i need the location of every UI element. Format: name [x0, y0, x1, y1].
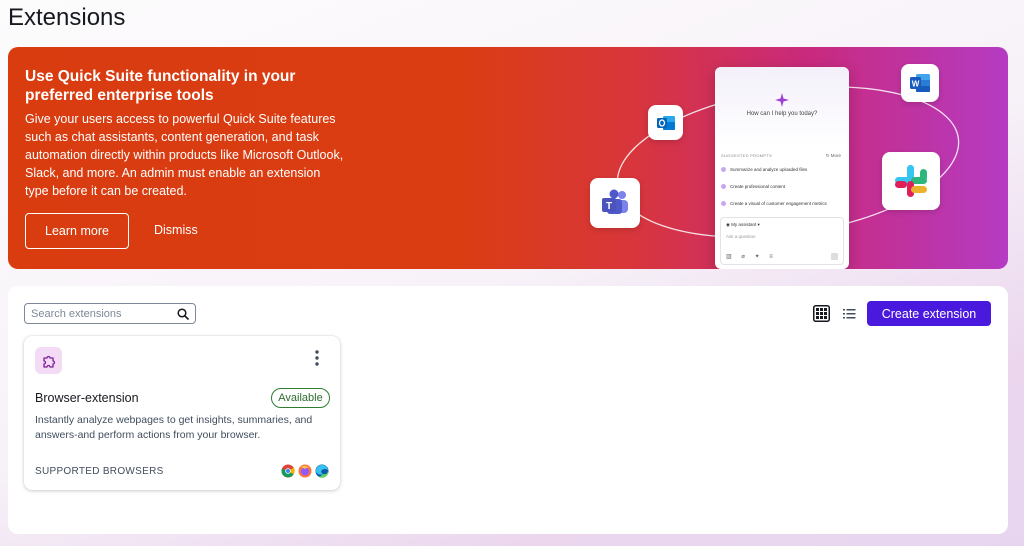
ask-placeholder: Ask a question: [726, 234, 756, 239]
send-icon: [831, 253, 838, 260]
card-description: Instantly analyze webpages to get insigh…: [35, 414, 313, 441]
puzzle-icon: [35, 347, 62, 374]
assistant-label: ◉ My assistant ▾: [726, 222, 760, 227]
status-badge: Available: [271, 388, 330, 408]
banner-title: Use Quick Suite functionality in your pr…: [25, 68, 296, 104]
chrome-icon: [281, 464, 295, 478]
word-icon: W: [901, 64, 939, 102]
search-input[interactable]: [31, 307, 177, 320]
browser-icons: [281, 464, 329, 478]
search-icon: [177, 307, 189, 320]
prompt-item: Create a visual of customer engagement m…: [721, 201, 827, 206]
firefox-icon: [298, 464, 312, 478]
page-title: Extensions: [8, 4, 126, 31]
assistant-question: How can I help you today?: [746, 111, 818, 117]
promo-banner: Use Quick Suite functionality in your pr…: [8, 47, 1008, 269]
search-box[interactable]: [24, 303, 196, 324]
more-link: ↻ More: [825, 153, 841, 158]
list-view-toggle[interactable]: [840, 304, 859, 323]
suggested-prompts-label: SUGGESTED PROMPTS: [721, 153, 773, 158]
extension-card[interactable]: Browser-extension Available Instantly an…: [24, 336, 340, 490]
more-options-icon[interactable]: [309, 348, 325, 368]
card-title: Browser-extension: [35, 391, 139, 405]
supported-browsers-label: SUPPORTED BROWSERS: [35, 466, 164, 477]
sparkle-icon: [775, 93, 789, 107]
prompt-item: Create professional content: [721, 184, 785, 189]
slack-icon: [882, 152, 940, 210]
prompt-item: Summarize and analyze uploaded files: [721, 167, 807, 172]
extensions-panel: Create extension Browser-extension Avail…: [8, 286, 1008, 534]
edge-icon: [315, 464, 329, 478]
list-icon: [843, 308, 856, 318]
dismiss-button[interactable]: Dismiss: [154, 223, 198, 237]
assistant-input-box: ◉ My assistant ▾ Ask a question ▥ ⌀ ✦ ≡: [720, 217, 844, 265]
outlook-icon: [648, 105, 683, 140]
grid-view-toggle[interactable]: [812, 304, 831, 323]
assistant-preview: How can I help you today? SUGGESTED PROM…: [715, 67, 849, 269]
svg-text:T: T: [606, 201, 612, 212]
banner-description: Give your users access to powerful Quick…: [25, 112, 344, 198]
grid-icon: [813, 305, 830, 322]
svg-text:W: W: [912, 80, 920, 89]
create-extension-button[interactable]: Create extension: [867, 301, 991, 326]
teams-icon: T: [590, 178, 640, 228]
toolbar-icons: ▥ ⌀ ✦ ≡: [726, 254, 777, 260]
learn-more-button[interactable]: Learn more: [25, 213, 129, 249]
